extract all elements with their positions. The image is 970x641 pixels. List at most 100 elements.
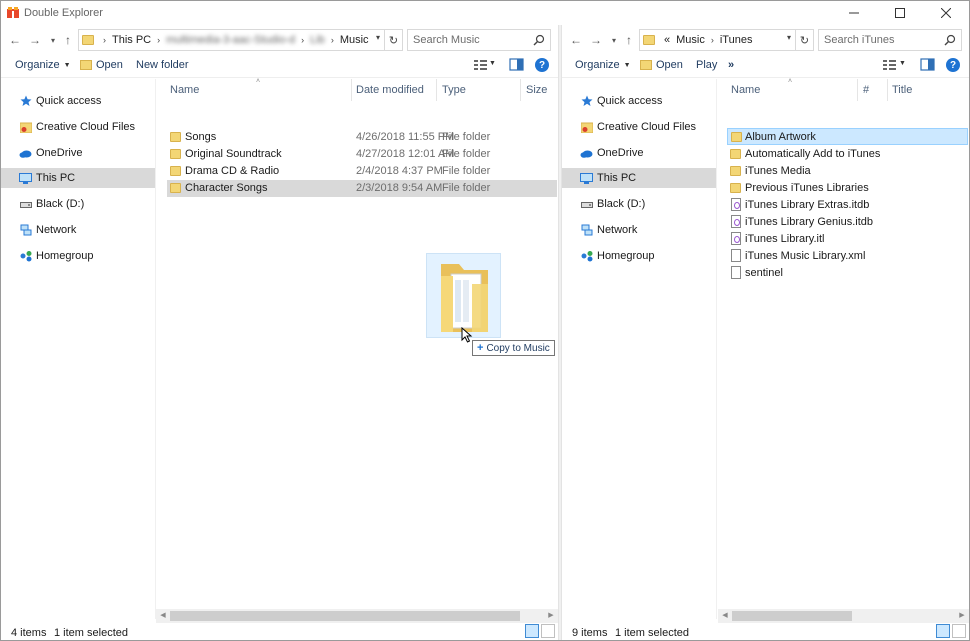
help-icon[interactable]: ? [535,58,549,72]
help-icon[interactable]: ? [946,58,960,72]
organize-button[interactable]: Organize ▼ [575,59,631,71]
search-icon[interactable] [533,34,545,46]
right-address-row: ← → ▾ ↑ « Music › iTunes ▾ ↻ [562,28,969,52]
more-commands-button[interactable]: » [728,59,734,71]
nav-item-homegroup[interactable]: Homegroup [562,246,716,266]
right-address-bar[interactable]: « Music › iTunes [639,29,796,51]
minimize-button[interactable] [831,1,877,25]
back-icon[interactable]: ← [7,32,23,48]
breadcrumb-overflow[interactable]: « [661,34,673,46]
open-button[interactable]: Open [640,59,683,71]
column-header-number[interactable]: # [863,79,869,101]
recent-chevron-icon[interactable]: ▾ [606,32,622,48]
nav-item-onedrive[interactable]: OneDrive [1,143,155,163]
close-button[interactable] [923,1,969,25]
nav-item-network[interactable]: Network [562,220,716,240]
forward-icon[interactable]: → [588,32,604,48]
breadcrumb-item[interactable]: multimedia-3-aac-Studio-d [163,34,298,46]
organize-button[interactable]: Organize ▼ [15,59,71,71]
search-icon[interactable] [944,34,956,46]
breadcrumb-item[interactable]: Music [337,34,372,46]
file-row[interactable]: Songs 4/26/2018 11:55 PM File folder [167,129,557,146]
change-view-icon[interactable] [473,58,489,72]
left-address-bar[interactable]: › This PC › multimedia-3-aac-Studio-d › … [78,29,385,51]
column-header-size[interactable]: Size [526,79,547,101]
details-view-icon[interactable] [525,624,539,638]
more-label: » [728,59,735,71]
search-input[interactable] [408,30,550,50]
chevron-right-icon: › [330,35,334,45]
scroll-right-icon[interactable]: ▶ [957,611,967,621]
nav-item-creative-cloud[interactable]: Creative Cloud Files [1,117,155,137]
address-dropdown-icon[interactable]: ▾ [784,33,794,45]
column-divider[interactable] [351,79,352,101]
refresh-button[interactable]: ↻ [385,29,403,51]
file-row[interactable]: Original Soundtrack 4/27/2018 12:01 AM F… [167,146,557,163]
minimize-icon [849,12,859,14]
file-row-selected[interactable]: Character Songs 2/3/2018 9:54 AM File fo… [167,180,557,197]
refresh-button[interactable]: ↻ [796,29,814,51]
nav-item-homegroup[interactable]: Homegroup [1,246,155,266]
file-row[interactable]: iTunes Music Library.xml [727,248,968,265]
column-header-type[interactable]: Type [442,79,466,101]
nav-item-black-drive[interactable]: Black (D:) [562,194,716,214]
column-divider[interactable] [857,79,858,101]
forward-icon[interactable]: → [27,32,43,48]
scroll-left-icon[interactable]: ◀ [720,611,730,621]
large-icons-view-icon[interactable] [952,624,966,638]
play-button[interactable]: Play [696,59,717,71]
details-view-icon[interactable] [936,624,950,638]
address-dropdown-icon[interactable]: ▾ [373,33,383,45]
recent-chevron-icon[interactable]: ▾ [45,32,61,48]
file-row[interactable]: Automatically Add to iTunes [727,146,968,163]
column-header-title[interactable]: Title [892,79,912,101]
change-view-icon[interactable] [882,58,898,72]
nav-item-this-pc[interactable]: This PC [1,168,155,188]
file-row[interactable]: iTunes Media [727,163,968,180]
nav-item-quick-access[interactable]: Quick access [1,91,155,111]
scroll-right-icon[interactable]: ▶ [546,611,556,621]
maximize-button[interactable] [877,1,923,25]
selection-count: 1 item selected [54,627,128,639]
breadcrumb-item[interactable]: This PC [109,34,154,46]
file-row-selected[interactable]: Album Artwork [727,128,968,145]
view-dropdown-icon[interactable]: ▼ [899,60,906,67]
breadcrumb-item[interactable]: iTunes [717,34,756,46]
file-row[interactable]: iTunes Library Genius.itdb [727,214,968,231]
scroll-left-icon[interactable]: ◀ [158,611,168,621]
breadcrumb-item[interactable]: Music [673,34,708,46]
preview-pane-icon[interactable] [920,58,936,72]
nav-item-creative-cloud[interactable]: Creative Cloud Files [562,117,716,137]
nav-item-quick-access[interactable]: Quick access [562,91,716,111]
file-row[interactable]: Previous iTunes Libraries [727,180,968,197]
preview-pane-icon[interactable] [509,58,525,72]
up-icon[interactable]: ↑ [60,32,76,48]
column-header-name[interactable]: Name [170,79,199,101]
nav-item-network[interactable]: Network [1,220,155,240]
back-icon[interactable]: ← [568,32,584,48]
view-dropdown-icon[interactable]: ▼ [489,60,496,67]
file-row[interactable]: Drama CD & Radio 2/4/2018 4:37 PM File f… [167,163,557,180]
breadcrumb-item[interactable]: Lib [307,34,328,46]
caret-down-icon: ▼ [623,61,631,69]
column-divider[interactable] [887,79,888,101]
file-row[interactable]: iTunes Library.itl [727,231,968,248]
nav-item-onedrive[interactable]: OneDrive [562,143,716,163]
scrollbar-thumb[interactable] [170,611,520,621]
nav-item-this-pc[interactable]: This PC [562,168,716,188]
large-icons-view-icon[interactable] [541,624,555,638]
file-row[interactable]: iTunes Library Extras.itdb [727,197,968,214]
up-icon[interactable]: ↑ [621,32,637,48]
app-icon [7,7,19,18]
file-row[interactable]: sentinel [727,265,968,282]
open-button[interactable]: Open [80,59,123,71]
computer-icon [580,172,593,184]
column-divider[interactable] [436,79,437,101]
scrollbar-thumb[interactable] [732,611,852,621]
column-header-name[interactable]: Name [731,79,760,101]
new-folder-button[interactable]: New folder [136,59,189,71]
column-divider[interactable] [520,79,521,101]
search-input[interactable] [819,30,961,50]
column-header-date[interactable]: Date modified [356,79,424,101]
nav-item-black-drive[interactable]: Black (D:) [1,194,155,214]
